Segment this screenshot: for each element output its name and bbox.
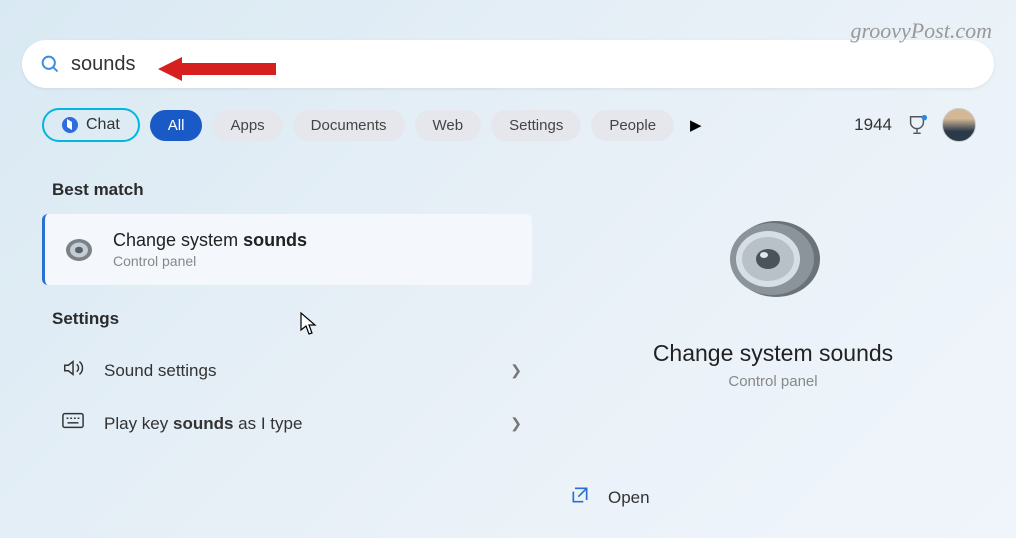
filter-settings[interactable]: Settings xyxy=(491,110,581,141)
chevron-right-icon: ❯ xyxy=(510,362,522,379)
filter-web[interactable]: Web xyxy=(415,110,482,141)
settings-heading: Settings xyxy=(42,309,532,329)
result-title-prefix: Change system xyxy=(113,230,243,250)
settings-item-sound[interactable]: Sound settings ❯ xyxy=(52,343,532,398)
speaker-icon xyxy=(63,234,95,266)
annotation-arrow xyxy=(158,55,278,83)
cursor-icon xyxy=(300,312,318,341)
avatar[interactable] xyxy=(942,108,976,142)
settings-item-keysounds[interactable]: Play key sounds as I type ❯ xyxy=(52,398,532,449)
settings-item-label: Sound settings xyxy=(104,361,490,381)
header-right-group: 1944 xyxy=(854,108,976,142)
more-filters-icon[interactable]: ▶ xyxy=(690,116,702,134)
best-match-heading: Best match xyxy=(42,180,532,200)
best-match-result[interactable]: Change system sounds Control panel xyxy=(42,214,532,285)
open-label: Open xyxy=(608,488,650,508)
filter-all[interactable]: All xyxy=(150,110,203,141)
open-icon xyxy=(570,485,590,510)
keyboard-icon xyxy=(62,412,84,435)
sound-icon xyxy=(62,357,84,384)
filter-documents[interactable]: Documents xyxy=(293,110,405,141)
search-icon xyxy=(40,54,61,75)
detail-subtitle: Control panel xyxy=(728,373,817,390)
result-subtitle: Control panel xyxy=(113,253,307,269)
results-panel: Best match Change system sounds Control … xyxy=(42,180,532,449)
speaker-large-icon xyxy=(718,212,828,312)
result-title-bold: sounds xyxy=(243,230,307,250)
best-match-text: Change system sounds Control panel xyxy=(113,230,307,269)
settings-item-label: Play key sounds as I type xyxy=(104,414,490,434)
chat-button[interactable]: Chat xyxy=(42,108,140,142)
bing-icon xyxy=(62,117,78,133)
detail-title: Change system sounds xyxy=(653,340,893,367)
rewards-badge-icon[interactable] xyxy=(906,114,928,136)
rewards-points[interactable]: 1944 xyxy=(854,115,892,135)
settings-list: Sound settings ❯ Play key sounds as I ty… xyxy=(42,343,532,449)
filter-row: Chat All Apps Documents Web Settings Peo… xyxy=(42,108,976,142)
open-action[interactable]: Open xyxy=(570,485,650,510)
filter-apps[interactable]: Apps xyxy=(212,110,282,141)
chat-label: Chat xyxy=(86,116,120,134)
filter-people[interactable]: People xyxy=(591,110,674,141)
watermark: groovyPost.com xyxy=(850,18,992,44)
details-panel: Change system sounds Control panel xyxy=(560,180,986,390)
chevron-right-icon: ❯ xyxy=(510,415,522,432)
